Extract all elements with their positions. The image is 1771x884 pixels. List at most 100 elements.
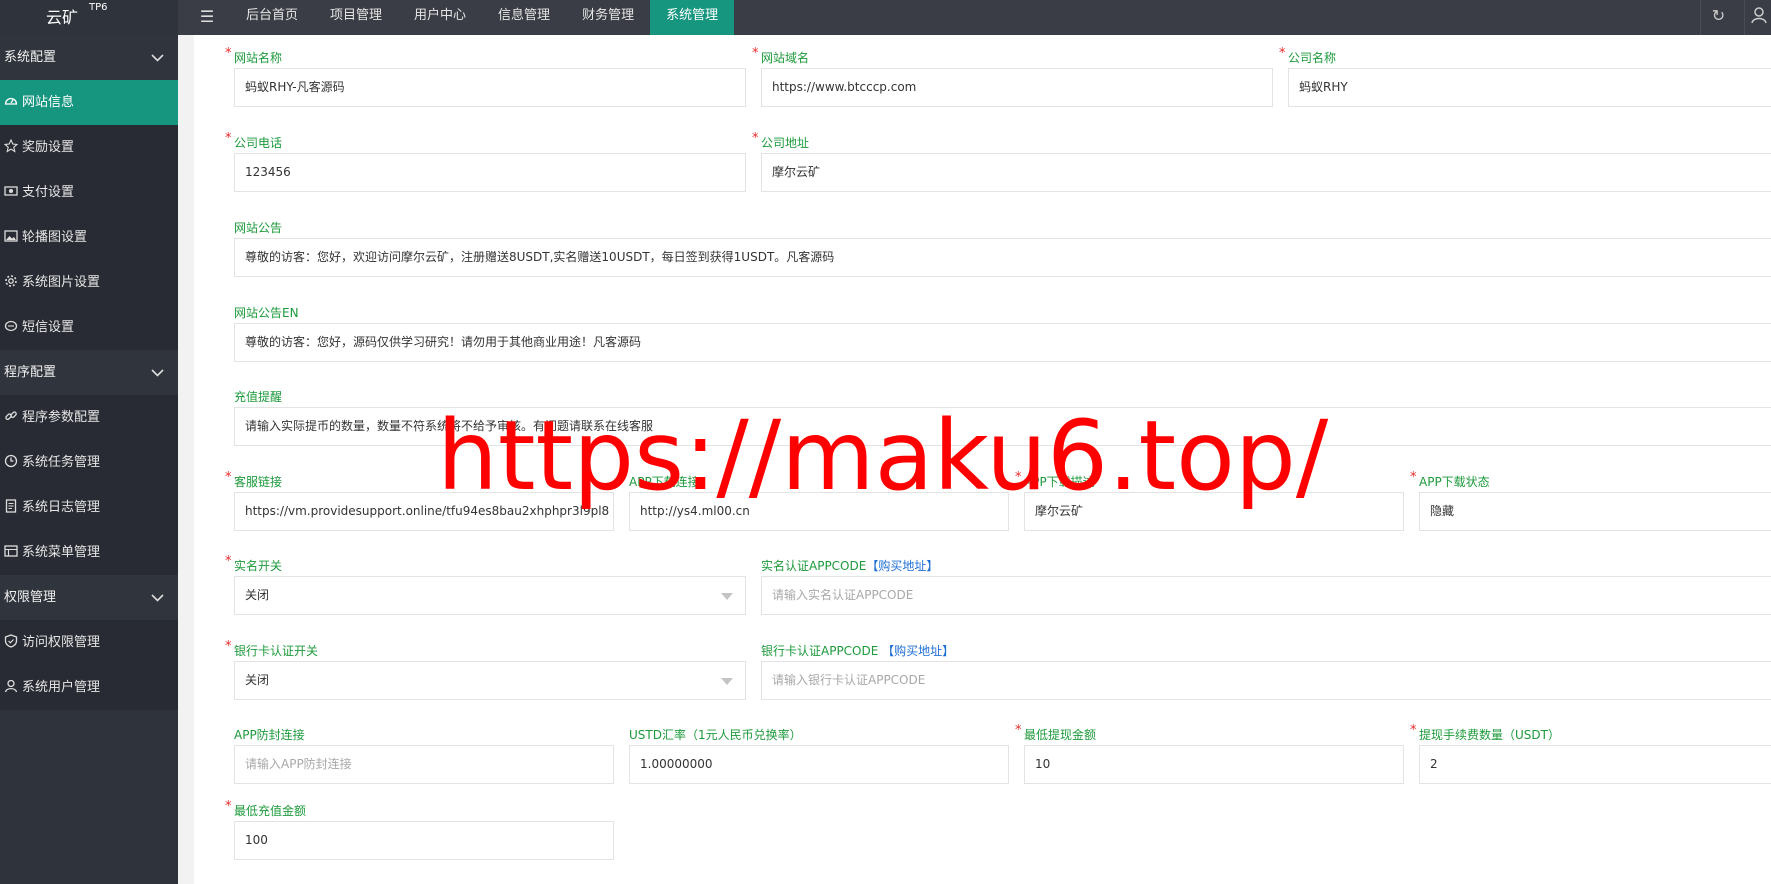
sidebar-item-label: 网站信息 [22,95,75,110]
notice-en-label: 网站公告EN [234,306,299,320]
notice-input[interactable]: 尊敬的访客：您好，欢迎访问摩尔云矿，注册赠送8USDT,实名赠送10USDT，每… [234,238,1771,277]
app-anti-block-input[interactable]: 请输入APP防封连接 [234,745,614,784]
company-address-label: * 公司地址 [752,131,810,150]
company-name-label: * 公司名称 [1279,46,1337,65]
nav-system[interactable]: 系统管理 [650,0,735,35]
site-domain-label: * 网站域名 [752,46,810,65]
sidebar-item-label: 系统任务管理 [22,455,101,470]
app-status-label: * APP下载状态 [1410,470,1490,489]
sidebar-item-program-params[interactable]: 程序参数配置 [0,395,178,440]
usdt-rate-input[interactable]: 1.00000000 [629,745,1009,784]
clock-icon [4,454,18,468]
site-name-input[interactable]: 蚂蚁RHY-凡客源码 [234,68,746,107]
refresh-icon[interactable]: ↻ [1700,0,1736,35]
notice-en-input[interactable]: 尊敬的访客：您好，源码仅供学习研究！请勿用于其他商业用途！凡客源码 [234,323,1771,362]
company-name-input[interactable]: 蚂蚁RHY [1288,68,1771,107]
realname-buy-link[interactable]: 【购买地址】 [866,559,938,573]
sidebar-item-label: 短信设置 [22,320,75,335]
sidebar-item-label: 系统日志管理 [22,500,101,515]
menu-icon [4,545,18,557]
bankcard-appcode-label: 银行卡认证APPCODE 【购买地址】 [761,644,955,658]
sidebar-group-program-config[interactable]: 程序配置 [0,350,178,395]
star-icon [4,139,18,153]
company-phone-label: * 公司电话 [225,131,283,150]
nav-users[interactable]: 用户中心 [398,0,482,35]
sidebar-item-task-manage[interactable]: 系统任务管理 [0,440,178,485]
min-withdraw-input[interactable]: 10 [1024,745,1404,784]
log-icon [5,499,17,513]
site-domain-input[interactable]: https://www.btcccp.com [761,68,1273,107]
sidebar-group-system-config[interactable]: 系统配置 [0,35,178,80]
bankcard-switch-value: 关闭 [245,673,270,687]
money-icon [4,186,18,196]
notice-label: 网站公告 [234,221,283,235]
message-icon [4,320,18,332]
sidebar-item-menu-manage[interactable]: 系统菜单管理 [0,530,178,575]
min-recharge-label: * 最低充值金额 [225,799,307,818]
sidebar-item-label: 系统用户管理 [22,680,101,695]
chevron-down-icon [151,594,164,602]
user-icon [4,679,18,693]
bankcard-buy-link[interactable]: 【购买地址】 [882,644,954,658]
image-icon [4,230,18,242]
usdt-rate-label: USTD汇率（1元人民币兑换率） [629,728,802,742]
user-icon[interactable] [1744,0,1771,35]
nav-home[interactable]: 后台首页 [230,0,314,35]
sidebar: 系统配置 网站信息 奖励设置 支付设置 轮播图设置 系统图片设置 短信设置 程序… [0,35,178,884]
dashboard-icon [4,97,18,105]
link-icon [5,411,17,421]
bankcard-switch-select[interactable]: 关闭 [234,661,746,700]
sidebar-item-label: 奖励设置 [22,140,75,155]
sidebar-item-log-manage[interactable]: 系统日志管理 [0,485,178,530]
sidebar-item-payment[interactable]: 支付设置 [0,170,178,215]
sidebar-item-access-permission[interactable]: 访问权限管理 [0,620,178,665]
shield-icon [4,634,18,648]
company-phone-input[interactable]: 123456 [234,153,746,192]
sidebar-item-system-users[interactable]: 系统用户管理 [0,665,178,710]
sidebar-item-label: 程序参数配置 [22,410,101,425]
sidebar-item-carousel[interactable]: 轮播图设置 [0,215,178,260]
company-address-input[interactable]: 摩尔云矿 [761,153,1771,192]
recharge-tip-label: 充值提醒 [234,390,283,404]
sidebar-group-permission[interactable]: 权限管理 [0,575,178,620]
chevron-down-icon [151,369,164,377]
gear-icon [5,275,17,287]
brand-name: 云矿 [46,8,79,27]
realname-appcode-label: 实名认证APPCODE【购买地址】 [761,559,939,573]
sidebar-item-rewards[interactable]: 奖励设置 [0,125,178,170]
app-status-input[interactable]: 隐藏 [1419,492,1771,531]
min-withdraw-label: * 最低提现金额 [1015,723,1097,742]
bankcard-switch-label: * 银行卡认证开关 [225,639,319,658]
top-nav: 后台首页 项目管理 用户中心 信息管理 财务管理 系统管理 [230,0,735,35]
nav-finance[interactable]: 财务管理 [566,0,650,35]
top-header: 云矿 TP6 ☰ 后台首页 项目管理 用户中心 信息管理 财务管理 系统管理 ↻ [0,0,1771,35]
nav-projects[interactable]: 项目管理 [314,0,398,35]
realname-switch-select[interactable]: 关闭 [234,576,746,615]
withdraw-fee-label: * 提现手续费数量（USDT） [1410,723,1560,742]
sidebar-item-sms[interactable]: 短信设置 [0,305,178,350]
sidebar-item-system-images[interactable]: 系统图片设置 [0,260,178,305]
hamburger-icon[interactable]: ☰ [192,0,222,35]
app-anti-block-label: APP防封连接 [234,728,305,742]
realname-switch-label: * 实名开关 [225,554,283,573]
service-link-label: * 客服链接 [225,470,283,489]
sidebar-item-label: 系统图片设置 [22,275,101,290]
sidebar-item-site-info[interactable]: 网站信息 [0,80,178,125]
sidebar-item-label: 支付设置 [22,185,75,200]
min-recharge-input[interactable]: 100 [234,821,614,860]
sidebar-item-label: 访问权限管理 [22,635,101,650]
admin-app: 云矿 TP6 ☰ 后台首页 项目管理 用户中心 信息管理 财务管理 系统管理 ↻… [0,0,1771,884]
sidebar-item-label: 轮播图设置 [22,230,88,245]
realname-switch-value: 关闭 [245,588,270,602]
realname-appcode-input[interactable]: 请输入实名认证APPCODE [761,576,1771,615]
caret-down-icon [721,593,733,600]
sidebar-item-label: 系统菜单管理 [22,545,101,560]
watermark-text: https://maku6.top/ [437,400,1329,512]
withdraw-fee-input[interactable]: 2 [1419,745,1771,784]
caret-down-icon [721,678,733,685]
brand-version: TP6 [89,2,108,13]
sidebar-group-label: 程序配置 [4,365,57,380]
brand-logo: 云矿 TP6 [0,0,178,35]
nav-info[interactable]: 信息管理 [482,0,566,35]
bankcard-appcode-input[interactable]: 请输入银行卡认证APPCODE [761,661,1771,700]
